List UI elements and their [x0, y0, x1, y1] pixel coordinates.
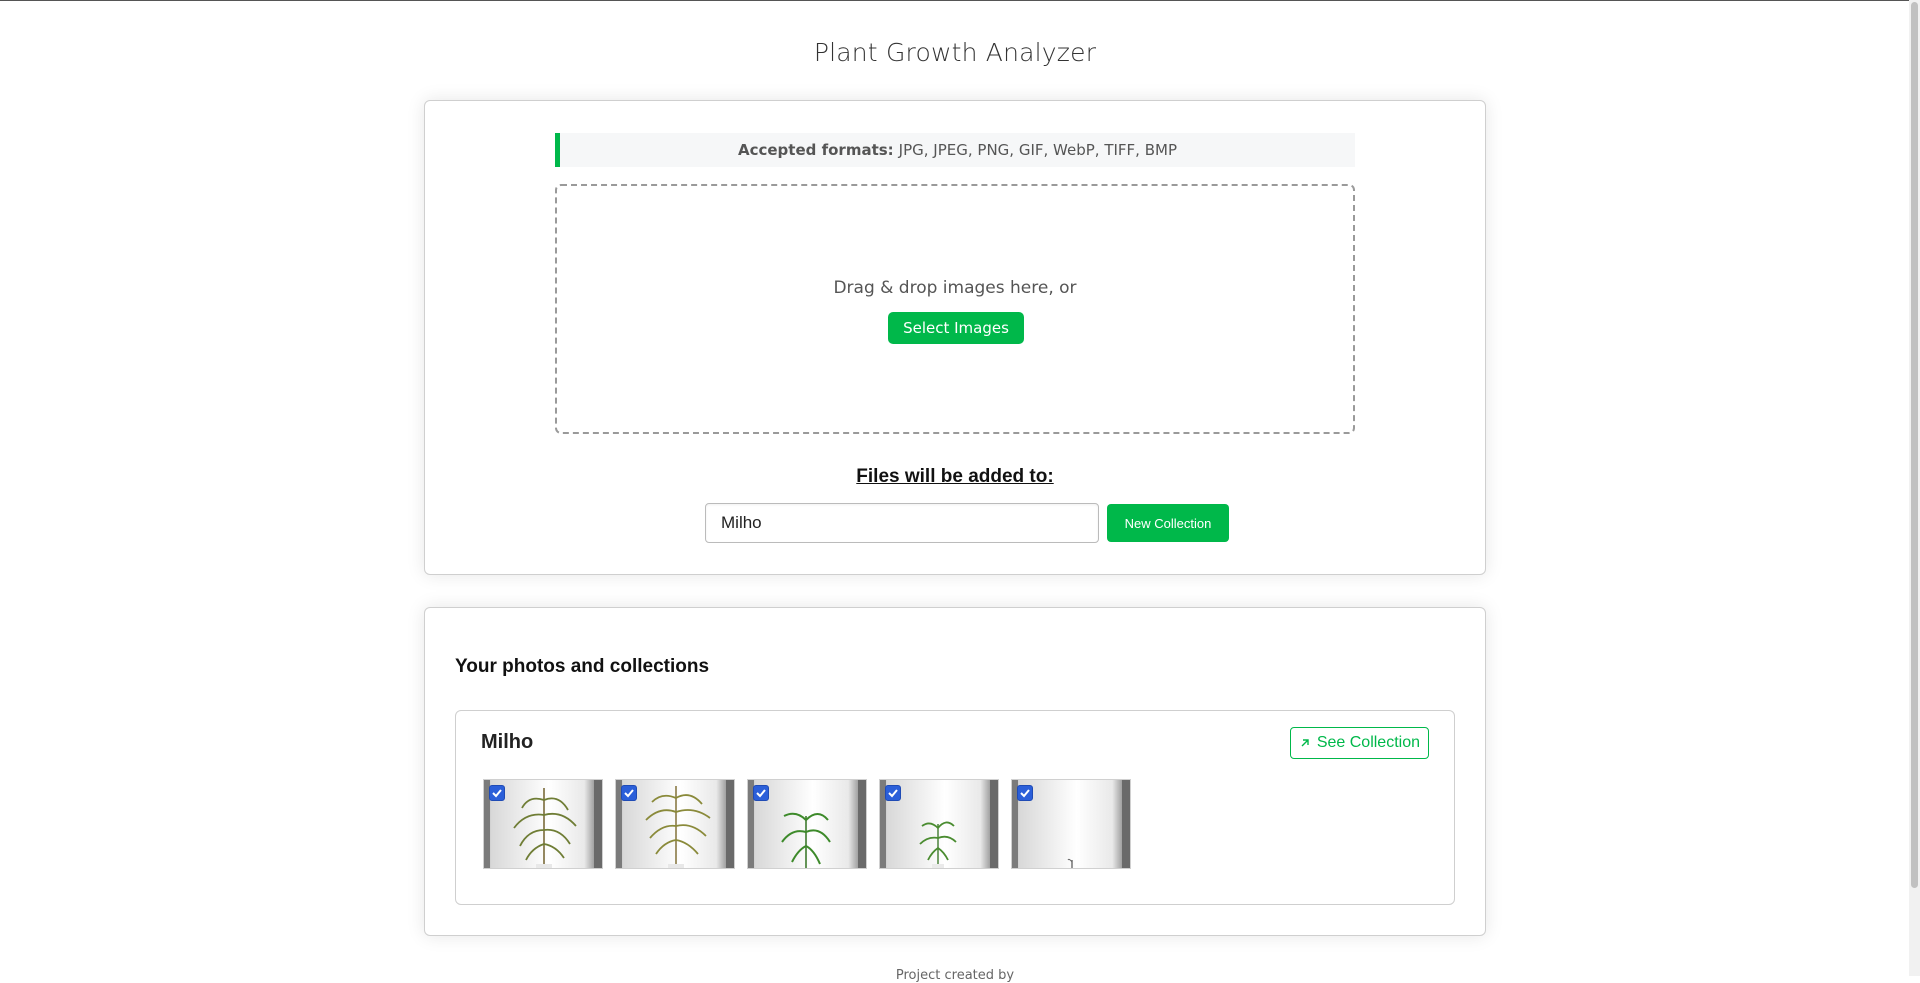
select-images-button[interactable]: Select Images [888, 312, 1024, 344]
photo-thumbnail[interactable] [879, 779, 999, 869]
external-arrow-icon [1301, 739, 1309, 747]
photos-card: Your photos and collections Milho See Co… [424, 607, 1486, 936]
dropzone-text: Drag & drop images here, or [833, 278, 1077, 298]
collection-name: Milho [481, 731, 534, 753]
photo-thumbnail[interactable] [483, 779, 603, 869]
select-checkbox[interactable] [489, 785, 505, 801]
select-checkbox[interactable] [753, 785, 769, 801]
section-title: Your photos and collections [455, 656, 710, 677]
select-checkbox[interactable] [1017, 785, 1033, 801]
page-title: Plant Growth Analyzer [813, 38, 1097, 67]
collection-thumbnails [483, 779, 1131, 869]
accepted-formats-banner: Accepted formats: JPG, JPEG, PNG, GIF, W… [555, 133, 1355, 167]
see-collection-button[interactable]: See Collection [1289, 727, 1429, 759]
new-collection-button[interactable]: New Collection [1107, 504, 1229, 542]
image-dropzone[interactable]: Drag & drop images here, or Select Image… [555, 184, 1355, 434]
window-top-border [0, 0, 1920, 1]
page-scrollbar[interactable] [1909, 0, 1920, 976]
upload-card: Accepted formats: JPG, JPEG, PNG, GIF, W… [424, 100, 1486, 575]
see-collection-label: See Collection [1316, 734, 1420, 751]
collection-card: Milho See Collection [455, 710, 1455, 905]
collection-input[interactable] [705, 503, 1099, 543]
scrollbar-thumb[interactable] [1911, 2, 1918, 888]
formats-label: Accepted formats: [737, 141, 894, 159]
photo-thumbnail[interactable] [747, 779, 867, 869]
formats-value: JPG, JPEG, PNG, GIF, WebP, TIFF, BMP [898, 141, 1177, 159]
select-checkbox[interactable] [885, 785, 901, 801]
photo-thumbnail[interactable] [1011, 779, 1131, 869]
photo-thumbnail[interactable] [615, 779, 735, 869]
select-checkbox[interactable] [621, 785, 637, 801]
files-added-to-label: Files will be added to: [856, 466, 1054, 487]
